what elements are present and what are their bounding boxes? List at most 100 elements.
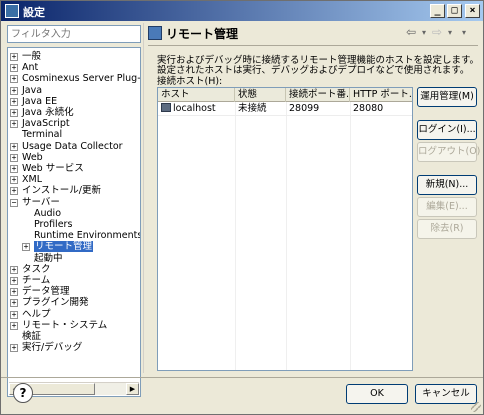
forward-dropdown-icon[interactable]: ▾ (448, 28, 452, 37)
tree-item-label: ヘルプ (22, 308, 51, 320)
ok-button[interactable]: OK (346, 384, 408, 404)
tree-item-label: チーム (22, 275, 51, 286)
tree-item[interactable]: + Web (10, 152, 43, 164)
tree-item[interactable]: − サーバー (10, 197, 60, 209)
remove-button[interactable]: 除去(R) (417, 219, 477, 239)
tree-item[interactable]: + プラグイン開発 (10, 297, 89, 309)
edit-button[interactable]: 編集(E)... (417, 197, 477, 217)
new-button[interactable]: 新規(N)... (417, 175, 477, 195)
expand-icon[interactable]: + (22, 243, 30, 252)
expand-icon[interactable]: + (10, 97, 18, 106)
tree-item[interactable]: + Web サービス (10, 163, 84, 175)
tree-item[interactable]: + タスク (10, 264, 51, 276)
tree-item[interactable]: 起動中 (22, 253, 63, 265)
back-dropdown-icon[interactable]: ▾ (422, 28, 426, 37)
tree-item-label: Web サービス (22, 163, 84, 174)
close-button[interactable]: × (465, 4, 480, 18)
tree-item[interactable]: + Java EE (10, 96, 57, 108)
expand-icon[interactable]: + (10, 153, 18, 162)
tree-item-label: データ管理 (22, 286, 70, 298)
tree-item[interactable]: + 一般 (10, 51, 41, 63)
tree-item-label: JavaScript (22, 118, 70, 130)
forward-arrow-icon[interactable]: ⇨ (432, 25, 442, 39)
tree-item-label: Profilers (34, 219, 73, 230)
header-divider (148, 45, 478, 46)
resize-grip-icon[interactable] (471, 402, 481, 412)
minimize-button[interactable]: _ (430, 4, 445, 18)
tree-item[interactable]: + Java (10, 85, 42, 97)
column-header-host[interactable]: ホスト (158, 88, 235, 102)
host-cell: localhost (158, 102, 235, 116)
status-cell: 未接続 (238, 103, 267, 114)
tree-item-label: 起動中 (34, 252, 63, 264)
tree-item-label: プラグイン開発 (22, 297, 89, 309)
tree-item-label: インストール/更新 (22, 185, 102, 197)
hosts-label: 接続ホスト(H): (157, 76, 223, 87)
collapse-icon[interactable]: − (10, 198, 18, 207)
expand-icon[interactable]: + (10, 86, 18, 95)
tree-item-label: Java 永続化 (22, 107, 74, 118)
expand-icon[interactable]: + (10, 344, 18, 353)
port-cell: 28099 (289, 103, 320, 114)
login-button[interactable]: ログイン(I)... (417, 120, 477, 140)
expand-icon[interactable]: + (10, 321, 18, 330)
expand-icon[interactable]: + (10, 176, 18, 185)
tree-item[interactable]: + ヘルプ (10, 309, 51, 321)
tree-item-label: 実行/デバッグ (22, 342, 83, 354)
tree-item-label: Cosminexus Server Plug-in (22, 73, 141, 85)
footer-divider (1, 377, 483, 378)
tree-item[interactable]: + JavaScript (10, 118, 70, 130)
preferences-window: 設定 _ □ × + 一般 + Ant + Cosminexus Server Plug-… (0, 0, 484, 415)
hosts-table[interactable]: ホスト 状態 接続ポート番... HTTP ポート... localhost 未… (157, 87, 413, 371)
tree-item[interactable]: + Cosminexus Server Plug-in (10, 73, 141, 85)
expand-icon[interactable]: + (10, 288, 18, 297)
tree-item[interactable]: Audio (22, 208, 61, 220)
app-icon (5, 4, 19, 18)
expand-icon[interactable]: + (10, 187, 18, 196)
logout-button[interactable]: ログアウト(O) (417, 142, 480, 162)
expand-icon[interactable]: + (10, 310, 18, 319)
expand-icon[interactable]: + (10, 75, 18, 84)
tree-item[interactable]: + リモート・システム (10, 320, 107, 332)
tree-item[interactable]: + リモート管理 (22, 241, 94, 253)
tree-item-label: タスク (22, 263, 51, 275)
help-icon[interactable]: ? (13, 383, 33, 403)
expand-icon[interactable]: + (10, 64, 18, 73)
maximize-button[interactable]: □ (447, 4, 462, 18)
cancel-button[interactable]: キャンセル (415, 384, 477, 404)
column-header-status[interactable]: 状態 (235, 88, 286, 102)
operation-management-button[interactable]: 運用管理(M) (417, 87, 477, 107)
host-name: localhost (173, 103, 216, 114)
expand-icon[interactable]: + (10, 53, 18, 61)
scrollbar-thumb[interactable] (23, 383, 95, 395)
tree-item-label: XML (22, 174, 42, 186)
tree-item-label: Java EE (22, 95, 58, 107)
navigation-panel: + 一般 + Ant + Cosminexus Server Plug-in + Java + J… (7, 25, 141, 397)
column-header-http-port[interactable]: HTTP ポート... (350, 88, 412, 102)
tree-item[interactable]: Profilers (22, 219, 72, 231)
expand-icon[interactable]: + (10, 109, 18, 117)
expand-icon[interactable]: + (10, 165, 18, 173)
view-menu-icon[interactable]: ▾ (462, 28, 466, 37)
expand-icon[interactable]: + (10, 265, 18, 274)
table-row[interactable]: localhost 未接続 28099 28080 (158, 102, 412, 116)
expand-icon[interactable]: + (10, 142, 18, 151)
tree-item[interactable]: + Ant (10, 62, 38, 74)
tree-item[interactable]: + 実行/デバッグ (10, 342, 82, 354)
expand-icon[interactable]: + (10, 120, 18, 129)
panel-splitter[interactable] (143, 23, 144, 373)
expand-icon[interactable]: + (10, 299, 18, 308)
back-arrow-icon[interactable]: ⇦ (406, 25, 416, 39)
scroll-right-arrow-icon[interactable]: ▶ (126, 383, 139, 395)
expand-icon[interactable]: + (10, 277, 18, 285)
column-header-port[interactable]: 接続ポート番... (286, 88, 350, 102)
tree-item-label: サーバー (22, 196, 60, 208)
tree-item-label: 一般 (22, 51, 42, 62)
tree-item[interactable]: + インストール/更新 (10, 185, 101, 197)
tree-item[interactable]: Terminal (10, 129, 62, 141)
filter-input[interactable] (7, 25, 141, 43)
tree-item[interactable]: + Java 永続化 (10, 107, 74, 119)
page-header: リモート管理 ⇦ ▾ ⇨ ▾ ▾ (148, 23, 478, 45)
tree-item[interactable]: + Usage Data Collector (10, 141, 123, 153)
table-header: ホスト 状態 接続ポート番... HTTP ポート... (158, 88, 412, 102)
